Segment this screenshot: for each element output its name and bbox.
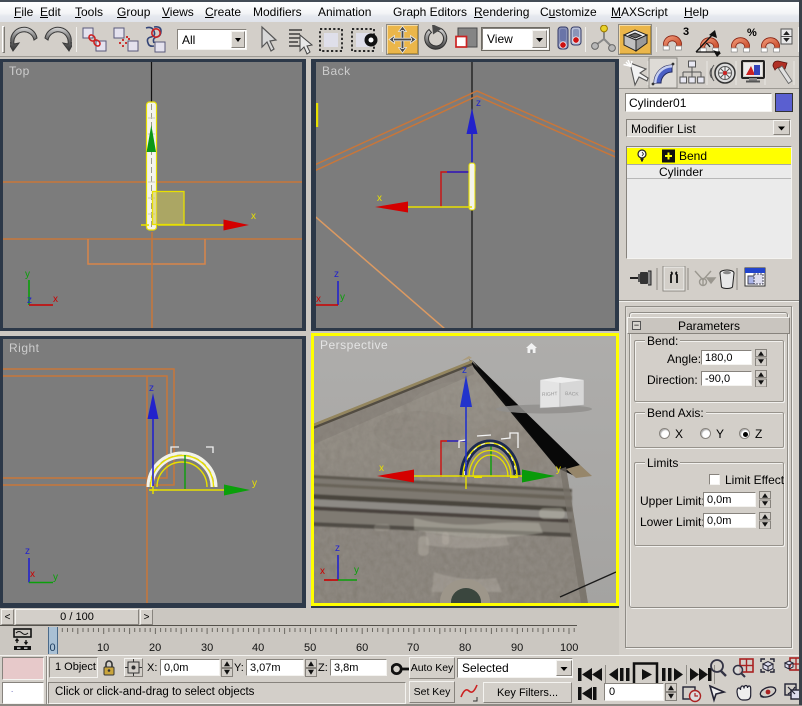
- svg-text:BACK: BACK: [565, 391, 580, 398]
- svg-text:z: z: [335, 543, 340, 554]
- svg-text:x: x: [377, 193, 382, 204]
- svg-text:3: 3: [683, 26, 689, 38]
- svg-text:y: y: [354, 565, 359, 576]
- svg-text:x: x: [316, 294, 321, 305]
- svg-text:80: 80: [459, 642, 471, 654]
- svg-text:y: y: [25, 269, 30, 280]
- svg-text:z: z: [334, 269, 339, 280]
- svg-text:0: 0: [50, 642, 56, 654]
- svg-text:100: 100: [560, 642, 578, 654]
- svg-text:x: x: [53, 294, 58, 305]
- svg-text:RIGHT: RIGHT: [542, 391, 558, 398]
- svg-text:y: y: [252, 478, 257, 489]
- svg-text:70: 70: [407, 642, 419, 654]
- svg-text:40: 40: [252, 642, 264, 654]
- svg-text:y: y: [340, 292, 345, 303]
- svg-text:30: 30: [201, 642, 213, 654]
- svg-text:y: y: [556, 464, 561, 475]
- svg-text:y: y: [53, 572, 58, 583]
- svg-text:z: z: [27, 295, 32, 306]
- svg-text:z: z: [25, 546, 30, 557]
- svg-text:x: x: [251, 211, 256, 222]
- svg-text:z: z: [476, 98, 481, 109]
- svg-text:10: 10: [97, 642, 109, 654]
- svg-text:20: 20: [149, 642, 161, 654]
- svg-text:z: z: [149, 383, 154, 394]
- svg-text:50: 50: [304, 642, 316, 654]
- svg-text:60: 60: [356, 642, 368, 654]
- svg-text:x: x: [30, 569, 35, 580]
- svg-text:90: 90: [511, 642, 523, 654]
- svg-text:x: x: [379, 463, 384, 474]
- svg-text:%: %: [747, 27, 757, 39]
- svg-text:x: x: [320, 566, 325, 577]
- svg-text:z: z: [462, 365, 467, 376]
